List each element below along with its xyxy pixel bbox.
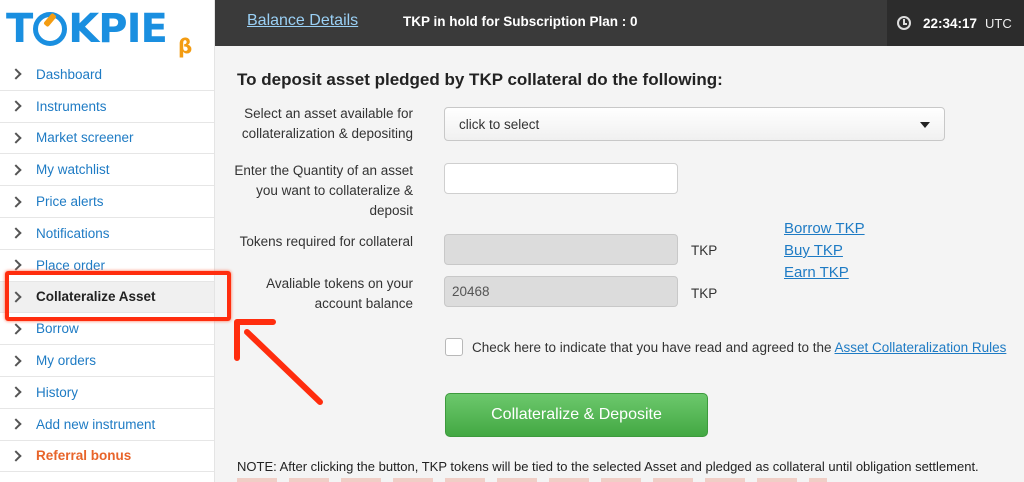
note-text: NOTE: After clicking the button, TKP tok… xyxy=(237,459,979,474)
chevron-right-icon xyxy=(10,259,22,271)
annotation-arrow-icon xyxy=(234,319,323,405)
sidebar-item-my-orders[interactable]: My orders xyxy=(0,345,214,377)
highlight-annotation xyxy=(5,271,231,321)
sidebar-item-referral-bonus[interactable]: Referral bonus xyxy=(0,440,214,473)
sidebar-item-label: Notifications xyxy=(36,225,110,241)
chevron-right-icon xyxy=(10,68,22,81)
clock-icon xyxy=(897,16,911,30)
main-panel: To deposit asset pledged by TKP collater… xyxy=(215,46,1024,482)
agree-text-label: Check here to indicate that you have rea… xyxy=(472,340,832,355)
server-clock: 22:34:17 UTC xyxy=(887,0,1024,46)
tokens-required-label: Tokens required for collateral xyxy=(239,234,413,249)
logo-wordmark: T KPIE xyxy=(6,6,168,52)
sidebar-item-label: Referral bonus xyxy=(36,448,132,464)
sidebar-item-label: Add new instrument xyxy=(36,416,156,432)
agree-checkbox[interactable] xyxy=(445,338,463,356)
sidebar-item-instruments[interactable]: Instruments xyxy=(0,90,214,123)
asset-select[interactable]: click to select xyxy=(444,107,945,141)
sidebar-item-my-watchlist[interactable]: My watchlist xyxy=(0,154,214,187)
chevron-right-icon xyxy=(10,323,22,335)
chevron-right-icon xyxy=(10,132,22,144)
collateralize-deposit-button[interactable]: Collateralize & Deposite xyxy=(445,393,708,437)
tokpie-logo[interactable]: T KPIE β xyxy=(6,4,206,60)
collateralization-rules-link[interactable]: Asset Collateralization Rules xyxy=(835,340,1007,355)
chevron-right-icon xyxy=(10,450,22,462)
available-tokens-unit: TKP xyxy=(691,286,718,301)
asset-select-label: Select an asset available for collateral… xyxy=(241,106,413,141)
borrow-tkp-link[interactable]: Borrow TKP xyxy=(784,218,865,240)
asset-select-value: click to select xyxy=(459,116,540,132)
page-title: To deposit asset pledged by TKP collater… xyxy=(237,70,723,89)
tkp-hold-status: TKP in hold for Subscription Plan : 0 xyxy=(403,14,638,29)
sidebar-menu: Dashboard Instruments Market screener My… xyxy=(0,59,214,473)
chevron-right-icon xyxy=(10,164,22,176)
quantity-label: Enter the Quantity of an asset you want … xyxy=(234,163,413,218)
sidebar-item-label: My orders xyxy=(36,353,97,369)
tkp-links: Borrow TKP Buy TKP Earn TKP xyxy=(784,218,865,284)
sidebar: T KPIE β Dashboard Instruments Market scr… xyxy=(0,0,215,482)
tokens-required-field xyxy=(444,234,678,265)
cut-off-warning-line xyxy=(237,478,827,482)
sidebar-item-label: Dashboard xyxy=(36,66,103,82)
chevron-right-icon xyxy=(10,227,22,240)
top-bar: Balance Details TKP in hold for Subscrip… xyxy=(215,0,1024,46)
buy-tkp-link[interactable]: Buy TKP xyxy=(784,240,865,262)
agree-text: Check here to indicate that you have rea… xyxy=(472,338,1006,358)
sidebar-item-history[interactable]: History xyxy=(0,376,214,409)
chevron-right-icon xyxy=(10,195,22,208)
logo-beta-badge: β xyxy=(178,34,193,58)
chevron-right-icon xyxy=(10,100,22,112)
chevron-right-icon xyxy=(10,386,22,399)
sidebar-item-label: Price alerts xyxy=(36,194,104,210)
sidebar-item-label: History xyxy=(36,384,79,400)
sidebar-item-add-new-instrument[interactable]: Add new instrument xyxy=(0,408,214,441)
clock-time: 22:34:17 xyxy=(923,15,978,31)
available-tokens-label: Avaliable tokens on your account balance xyxy=(266,276,413,311)
sidebar-item-label: Borrow xyxy=(36,321,79,337)
sidebar-item-market-screener[interactable]: Market screener xyxy=(0,122,214,155)
chevron-right-icon xyxy=(10,354,22,367)
earn-tkp-link[interactable]: Earn TKP xyxy=(784,262,865,284)
tokens-required-unit: TKP xyxy=(691,243,718,258)
sidebar-item-label: My watchlist xyxy=(36,162,110,178)
clock-timezone: UTC xyxy=(985,15,1012,31)
chevron-right-icon xyxy=(10,418,22,430)
sidebar-item-label: Market screener xyxy=(36,130,134,146)
available-tokens-field: 20468 xyxy=(444,276,678,307)
sidebar-item-dashboard[interactable]: Dashboard xyxy=(0,59,214,91)
dropdown-caret-icon xyxy=(920,122,930,128)
sidebar-item-notifications[interactable]: Notifications xyxy=(0,217,214,250)
sidebar-item-label: Instruments xyxy=(36,98,107,114)
quantity-input[interactable] xyxy=(444,163,678,194)
balance-details-link[interactable]: Balance Details xyxy=(247,12,358,30)
sidebar-item-price-alerts[interactable]: Price alerts xyxy=(0,186,214,218)
